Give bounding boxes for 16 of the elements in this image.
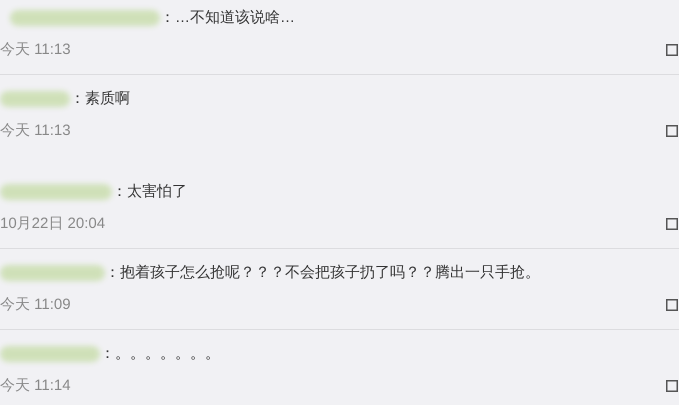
- reply-icon[interactable]: [666, 125, 678, 137]
- comment-text: ：太害怕了: [112, 182, 187, 202]
- reply-icon[interactable]: [666, 44, 678, 56]
- comment-time: 今天 11:13: [0, 40, 71, 60]
- blurred-username: [0, 91, 70, 107]
- reply-icon[interactable]: [666, 299, 678, 311]
- reply-icon[interactable]: [666, 380, 678, 392]
- comment-text: ：抱着孩子怎么抢呢？？？不会把孩子扔了吗？？腾出一只手抢。: [105, 262, 540, 283]
- comment-text: ：。。。。。。。: [100, 344, 220, 364]
- comment-text: ：…不知道该说啥…: [160, 8, 295, 28]
- comment-text: ：素质啊: [70, 88, 130, 109]
- comment-time: 10月22日 20:04: [0, 214, 106, 234]
- comment-time: 今天 11:09: [0, 294, 71, 315]
- comment-time: 今天 11:13: [0, 120, 71, 141]
- comment-time: 今天 11:14: [0, 376, 71, 396]
- reply-icon[interactable]: [666, 218, 678, 230]
